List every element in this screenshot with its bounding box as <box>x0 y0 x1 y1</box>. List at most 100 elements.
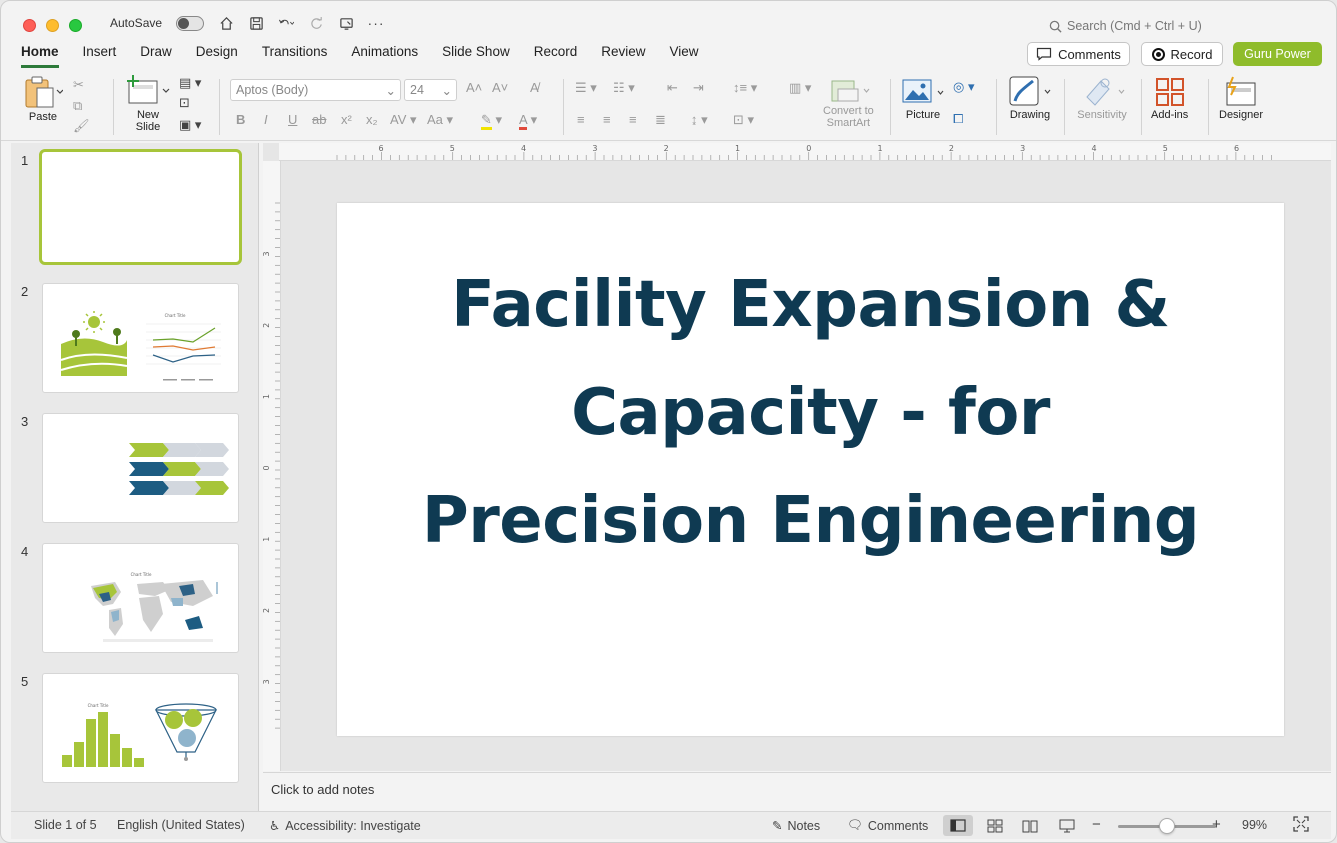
reset-icon[interactable]: ⊡ <box>179 95 190 111</box>
layout-icon[interactable]: ▤ ▾ <box>179 75 201 91</box>
slide-thumbnail-4[interactable]: Chart Title <box>42 543 239 653</box>
close-window-button[interactable] <box>23 19 36 32</box>
font-size-select[interactable]: 24 ⌄ <box>404 79 457 101</box>
tab-review[interactable]: Review <box>601 44 645 68</box>
align-text-icon[interactable]: ⊡ ▾ <box>733 112 754 128</box>
minimize-window-button[interactable] <box>46 19 59 32</box>
character-spacing-icon[interactable]: AV ▾ <box>390 112 417 128</box>
more-options-icon[interactable]: ··· <box>368 15 384 31</box>
section-icon[interactable]: ▣ ▾ <box>179 117 201 133</box>
align-right-icon[interactable]: ≡ <box>629 112 637 127</box>
comments-toggle-button[interactable]: 🗨︎ Comments <box>847 818 928 833</box>
slide-sorter-view-button[interactable] <box>980 815 1010 836</box>
superscript-icon[interactable]: x² <box>341 112 352 127</box>
format-painter-icon[interactable]: 🖌 <box>73 118 90 134</box>
notes-toggle-button[interactable]: ✎ Notes <box>772 818 820 834</box>
slide-thumbnail-1[interactable] <box>39 149 242 265</box>
slideshow-view-button[interactable] <box>1052 815 1082 836</box>
add-ins-button[interactable]: Add-ins <box>1151 75 1188 121</box>
undo-icon[interactable] <box>278 15 295 31</box>
convert-label-1: Convert to <box>823 105 874 117</box>
autosave-toggle[interactable] <box>176 15 205 31</box>
decrease-font-icon[interactable]: A˅ <box>492 80 508 95</box>
ruler-label: 2 <box>664 144 669 153</box>
italic-icon[interactable]: I <box>264 112 268 127</box>
normal-view-button[interactable] <box>943 815 973 836</box>
highlight-icon[interactable]: ✎ ▾ <box>481 112 502 130</box>
language-indicator[interactable]: English (United States) <box>117 818 245 832</box>
text-box-icon[interactable]: ⧠ <box>953 111 963 127</box>
window-controls <box>23 19 82 32</box>
designer-button[interactable]: Designer <box>1219 75 1263 121</box>
line-spacing-icon[interactable]: ↕≡ ▾ <box>733 80 757 96</box>
tab-transitions[interactable]: Transitions <box>262 44 328 68</box>
align-left-icon[interactable]: ≡ <box>577 112 585 127</box>
vertical-ruler[interactable]: 3 2 1 0 1 2 3 <box>262 161 281 771</box>
zoom-level[interactable]: 99% <box>1242 818 1267 832</box>
change-case-icon[interactable]: Aa ▾ <box>427 112 453 128</box>
slide-number: 4 <box>21 544 29 559</box>
save-icon[interactable] <box>248 15 264 31</box>
fit-to-window-button[interactable] <box>1293 816 1309 832</box>
reading-view-button[interactable] <box>1015 815 1045 836</box>
new-slide-button[interactable]: New Slide <box>125 75 171 133</box>
horizontal-ruler[interactable]: 6 5 4 3 2 1 0 1 2 3 4 5 6 <box>279 143 1331 161</box>
drawing-button[interactable]: Drawing <box>1007 75 1053 121</box>
paste-button[interactable]: Paste <box>23 75 63 123</box>
comment-icon: 🗨︎ <box>847 818 863 832</box>
zoom-in-button[interactable]: + <box>1212 816 1221 833</box>
ruler-label: 1 <box>878 144 883 153</box>
align-center-icon[interactable]: ≡ <box>603 112 611 127</box>
numbering-icon[interactable]: ☷ ▾ <box>613 80 635 96</box>
notes-pane[interactable]: Click to add notes <box>263 772 1331 810</box>
bold-icon[interactable]: B <box>236 112 245 127</box>
slide-thumbnail-5[interactable]: Chart Title <box>42 673 239 783</box>
current-slide-canvas[interactable]: Facility Expansion & Capacity - for Prec… <box>337 203 1284 736</box>
bullets-icon[interactable]: ☰ ▾ <box>575 80 597 96</box>
strikethrough-icon[interactable]: ab <box>312 112 326 127</box>
tab-animations[interactable]: Animations <box>351 44 418 68</box>
slide-thumbnail-2[interactable]: Chart Title <box>42 283 239 393</box>
vertical-ruler-ticks: 3 2 1 0 1 2 3 <box>262 202 280 729</box>
subscript-icon[interactable]: x₂ <box>366 112 378 127</box>
shapes-icon[interactable]: ◎ ▾ <box>953 79 974 95</box>
zoom-slider-handle[interactable] <box>1159 818 1175 834</box>
increase-indent-icon[interactable]: ⇥ <box>693 80 704 96</box>
record-button[interactable]: Record <box>1141 42 1223 66</box>
comments-status-label: Comments <box>867 818 929 833</box>
present-icon[interactable] <box>338 15 354 31</box>
home-icon[interactable] <box>218 15 234 31</box>
tab-insert[interactable]: Insert <box>83 44 117 68</box>
font-name-select[interactable]: Aptos (Body) ⌄ <box>230 79 401 101</box>
sensitivity-button[interactable]: Sensitivity <box>1075 75 1129 121</box>
copy-icon[interactable]: ⧉ <box>73 98 82 114</box>
picture-button[interactable]: Picture <box>901 77 945 121</box>
convert-to-smartart-button[interactable]: Convert to SmartArt <box>823 79 874 129</box>
decrease-indent-icon[interactable]: ⇤ <box>667 80 678 96</box>
picture-icon <box>902 79 944 103</box>
search-box[interactable]: Search (Cmd + Ctrl + U) <box>1049 19 1202 33</box>
tab-view[interactable]: View <box>670 44 699 68</box>
columns-icon[interactable]: ▥ ▾ <box>789 80 811 96</box>
clear-formatting-icon[interactable]: A̸ <box>530 80 539 95</box>
guru-power-button[interactable]: Guru Power <box>1233 42 1322 66</box>
redo-icon[interactable] <box>308 15 324 31</box>
font-color-icon[interactable]: A ▾ <box>519 112 537 130</box>
slide-counter: Slide 1 of 5 <box>34 818 97 832</box>
comments-button[interactable]: Comments <box>1027 42 1130 66</box>
zoom-out-button[interactable]: − <box>1092 816 1101 833</box>
accessibility-button[interactable]: ♿︎ Accessibility: Investigate <box>269 818 421 834</box>
underline-icon[interactable]: U <box>288 112 297 127</box>
slide-thumbnail-3[interactable] <box>42 413 239 523</box>
tab-draw[interactable]: Draw <box>140 44 172 68</box>
tab-slide-show[interactable]: Slide Show <box>442 44 510 68</box>
tab-home[interactable]: Home <box>21 44 59 68</box>
text-direction-icon[interactable]: ↨ ▾ <box>691 112 708 128</box>
cut-icon[interactable]: ✂ <box>73 77 84 93</box>
justify-icon[interactable]: ≣ <box>655 112 666 128</box>
tab-record[interactable]: Record <box>534 44 578 68</box>
zoom-window-button[interactable] <box>69 19 82 32</box>
tab-design[interactable]: Design <box>196 44 238 68</box>
slide-title[interactable]: Facility Expansion & Capacity - for Prec… <box>397 251 1224 575</box>
increase-font-icon[interactable]: A˄ <box>466 80 482 95</box>
